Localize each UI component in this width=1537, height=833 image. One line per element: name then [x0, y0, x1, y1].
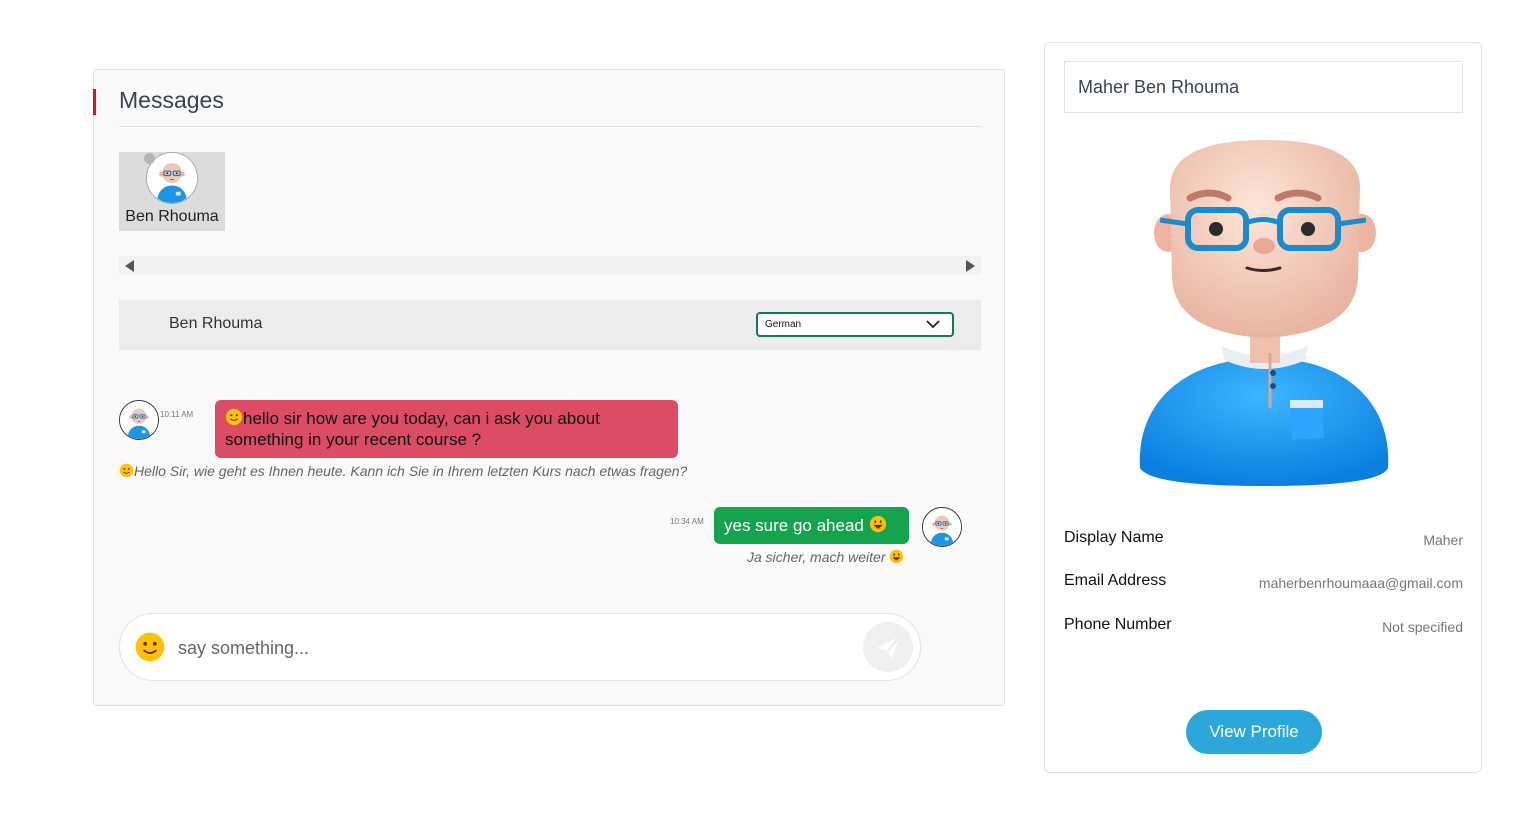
field-value: maherbenrhoumaaa@gmail.com: [1258, 575, 1463, 591]
language-select[interactable]: German: [756, 312, 954, 337]
message-translation: Ja sicher, mach weiter: [747, 549, 904, 565]
scroll-right-icon[interactable]: [966, 260, 975, 272]
profile-name-box: Maher Ben Rhouma: [1064, 61, 1463, 113]
emoji-picker-icon[interactable]: [134, 631, 166, 663]
title-accent-bar: [93, 89, 96, 115]
field-label: Display Name: [1064, 529, 1164, 546]
send-button[interactable]: [863, 622, 913, 672]
messages-panel: Messages Ben Rhouma Ben Rhouma German 10…: [93, 69, 1005, 706]
message-time: 10:34 AM: [670, 517, 704, 526]
field-label: Phone Number: [1064, 616, 1172, 633]
grinning-face-icon: [889, 549, 904, 564]
smiling-face-icon: [225, 408, 243, 426]
message-translation: Hello Sir, wie geht es Ihnen heute. Kann…: [119, 463, 687, 479]
field-value: Not specified: [1382, 619, 1463, 635]
profile-avatar: [1139, 140, 1389, 486]
divider: [119, 126, 981, 127]
message-input[interactable]: [176, 632, 780, 664]
field-label: Email Address: [1064, 572, 1167, 589]
paper-plane-icon: [877, 636, 900, 659]
incoming-message-bubble: hello sir how are you today, can i ask y…: [215, 400, 678, 458]
chat-header: Ben Rhouma German: [119, 300, 981, 350]
message-composer: [119, 613, 921, 681]
field-value: Maher: [1423, 532, 1463, 548]
sender-avatar: [922, 507, 962, 547]
chevron-down-icon: [926, 320, 940, 329]
contacts-scrollbar[interactable]: [119, 256, 981, 274]
scroll-left-icon[interactable]: [125, 260, 134, 272]
contact-item[interactable]: Ben Rhouma: [119, 152, 225, 231]
chat-partner-name: Ben Rhouma: [169, 315, 263, 332]
view-profile-button[interactable]: View Profile: [1186, 710, 1322, 754]
profile-card: Maher Ben Rhouma Display Name Maher Emai…: [1044, 42, 1482, 773]
message-text: hello sir how are you today, can i ask y…: [225, 409, 600, 449]
translation-text: Ja sicher, mach weiter: [747, 549, 886, 565]
sender-avatar: [119, 400, 159, 440]
grinning-face-icon: [869, 515, 887, 533]
profile-full-name: Maher Ben Rhouma: [1078, 77, 1240, 97]
outgoing-message-bubble: yes sure go ahead: [714, 507, 909, 544]
smiling-face-icon: [119, 463, 134, 478]
translation-text: Hello Sir, wie geht es Ihnen heute. Kann…: [134, 463, 688, 479]
offline-status-dot: [144, 153, 155, 164]
message-text: yes sure go ahead: [724, 516, 864, 535]
language-select-value: German: [765, 319, 802, 330]
message-time: 10:11 AM: [160, 410, 194, 419]
page-title: Messages: [119, 87, 224, 113]
contact-name: Ben Rhouma: [125, 208, 219, 225]
